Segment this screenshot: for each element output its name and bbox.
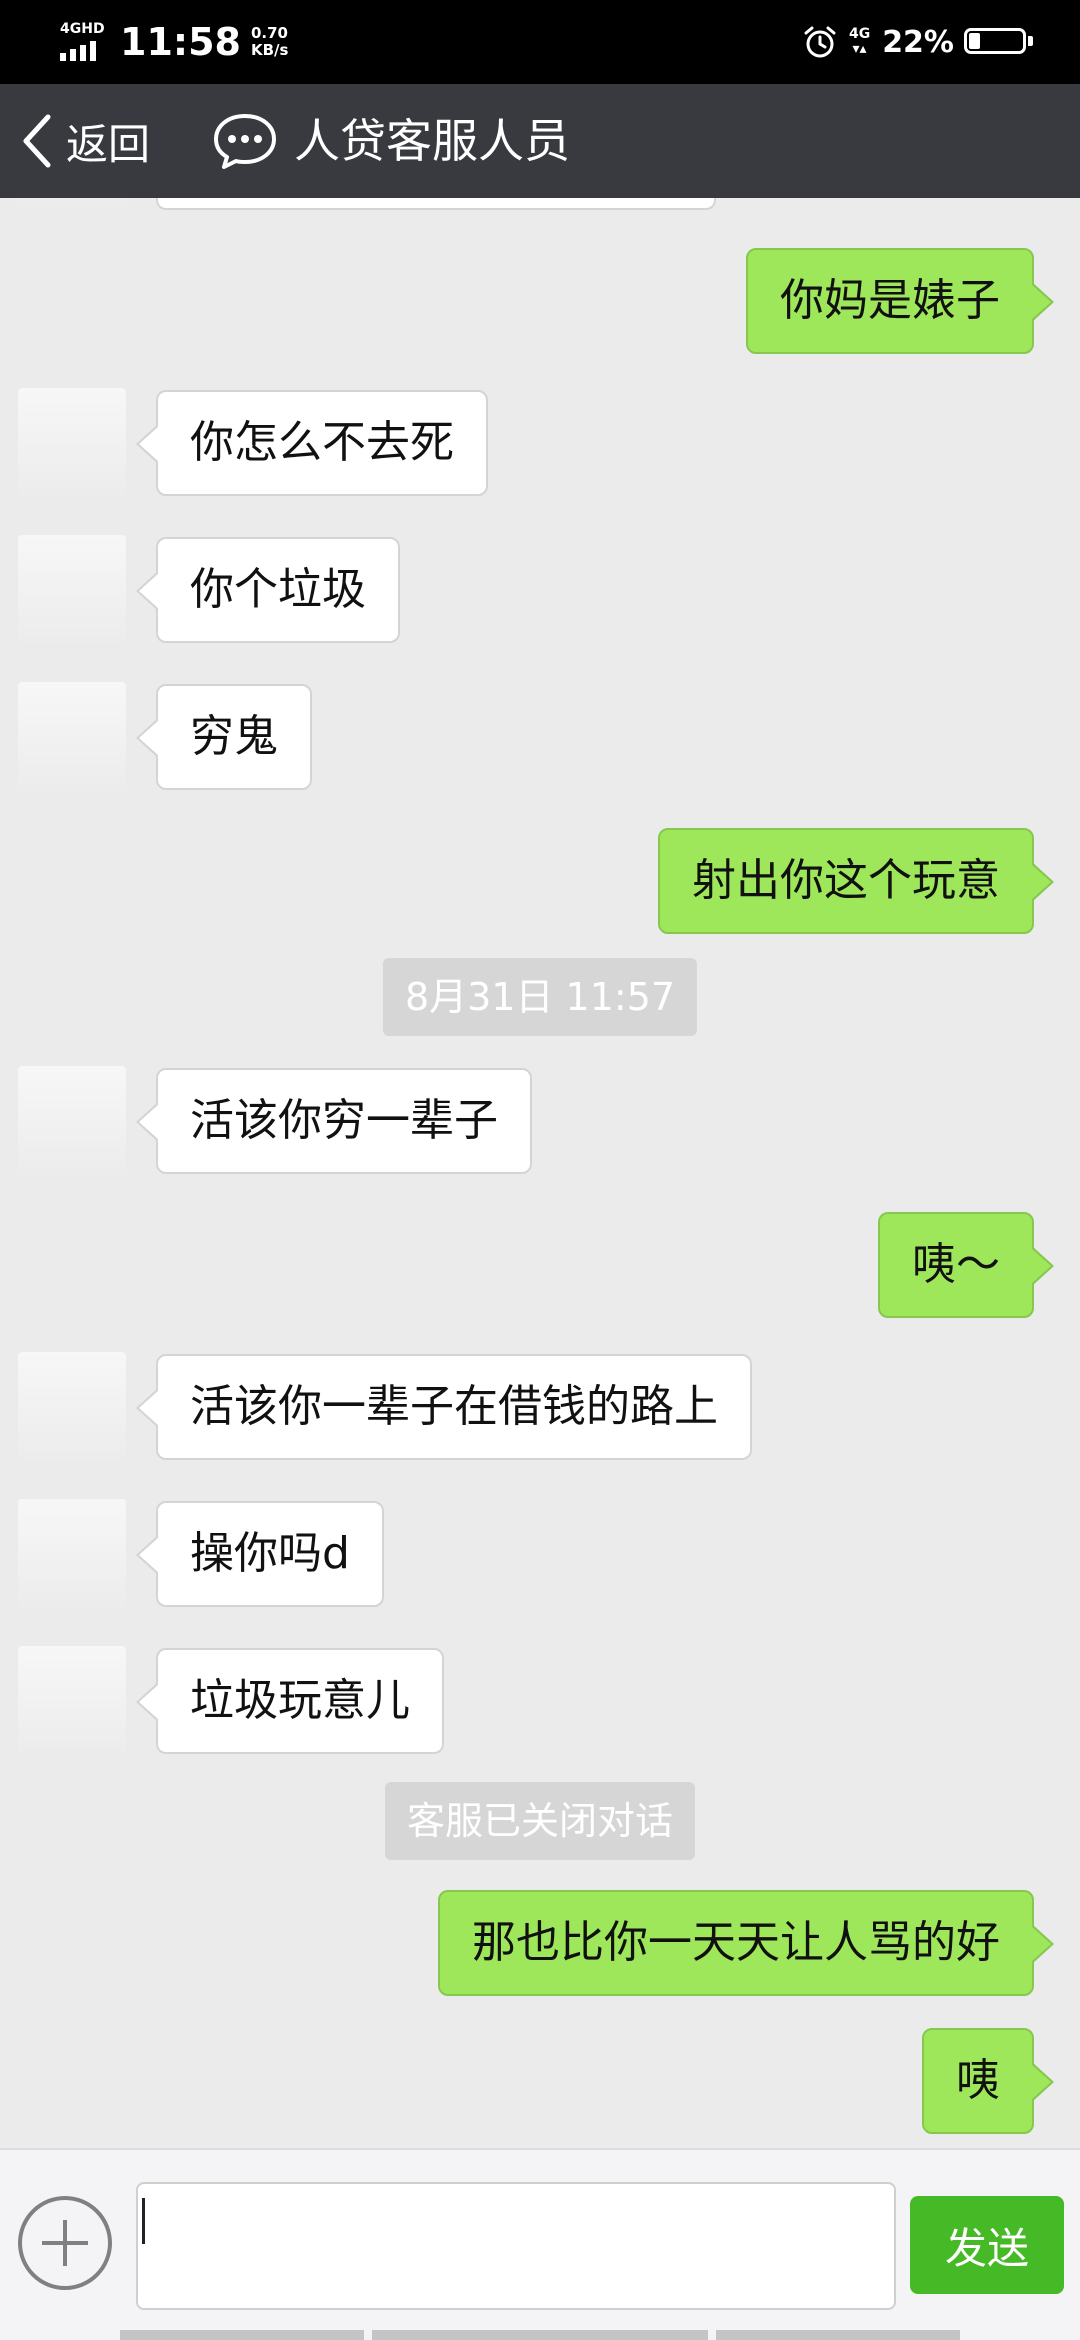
avatar[interactable] <box>18 1646 126 1754</box>
add-attachment-button[interactable] <box>18 2196 112 2290</box>
incoming-message-bubble[interactable]: 垃圾玩意儿 <box>136 1648 444 1754</box>
battery-icon <box>964 26 1036 58</box>
clipped-message-bubble <box>156 198 716 210</box>
avatar <box>18 198 126 206</box>
input-bar: 发送 <box>0 2148 1080 2340</box>
status-right: 4G ▾▴ 22% <box>803 14 1036 70</box>
message-input[interactable] <box>136 2182 896 2310</box>
nav-bar: 返回 人贷客服人员 <box>0 84 1080 198</box>
speed-value: 0.70 <box>250 24 288 42</box>
avatar[interactable] <box>18 1066 126 1174</box>
chat-area[interactable]: 你妈是婊子 你怎么不去死 你个垃圾 穷鬼 射出你这个玩意 8月31日 11:57… <box>0 198 1080 2148</box>
avatar[interactable] <box>18 1352 126 1460</box>
incoming-message-bubble[interactable]: 活该你穷一辈子 <box>136 1068 532 1174</box>
back-label: 返回 <box>66 119 151 169</box>
incoming-message-bubble[interactable]: 穷鬼 <box>136 684 312 790</box>
outgoing-message-bubble[interactable]: 咦 <box>922 2028 1054 2134</box>
avatar[interactable] <box>18 388 126 496</box>
incoming-message-bubble[interactable]: 你怎么不去死 <box>136 390 488 496</box>
avatar[interactable] <box>18 682 126 790</box>
speed-unit: KB/s <box>250 41 289 59</box>
incoming-message-bubble[interactable]: 你个垃圾 <box>136 537 400 643</box>
network-type-right: 4G <box>848 26 871 42</box>
outgoing-message-bubble[interactable]: 射出你这个玩意 <box>658 828 1054 934</box>
avatar[interactable] <box>18 1499 126 1607</box>
battery-percent: 22% <box>882 24 954 60</box>
chevron-left-icon <box>23 114 51 168</box>
text-cursor <box>142 2198 145 2244</box>
status-left: 4GHD 11:58 0.70 KB/s <box>58 14 288 70</box>
alarm-icon <box>804 26 836 58</box>
send-button[interactable]: 发送 <box>910 2196 1064 2294</box>
clock: 11:58 <box>120 20 241 64</box>
network-type: 4GHD <box>60 21 105 37</box>
outgoing-message-bubble[interactable]: 你妈是婊子 <box>746 248 1054 354</box>
back-button[interactable]: 返回 <box>18 84 150 198</box>
chat-bubble-icon <box>214 114 276 169</box>
outgoing-message-bubble[interactable]: 那也比你一天天让人骂的好 <box>438 1890 1054 1996</box>
system-notice: 客服已关闭对话 <box>384 1782 696 1860</box>
incoming-message-bubble[interactable]: 操你吗d <box>136 1501 384 1607</box>
timestamp-label: 8月31日 11:57 <box>382 958 698 1036</box>
page-title: 人贷客服人员 <box>294 114 570 168</box>
avatar[interactable] <box>18 535 126 643</box>
incoming-message-bubble[interactable]: 活该你一辈子在借钱的路上 <box>136 1354 752 1460</box>
keyboard-handle <box>0 2330 1080 2340</box>
network-speed: 0.70 KB/s <box>251 25 288 59</box>
mobile-data-indicator: 4G ▾▴ <box>849 27 870 57</box>
outgoing-message-bubble[interactable]: 咦～ <box>878 1212 1054 1318</box>
data-arrows-icon: ▾▴ <box>852 41 867 57</box>
status-bar: 4GHD 11:58 0.70 KB/s 4G ▾▴ 22% <box>0 0 1080 84</box>
signal-icon: 4GHD <box>58 17 106 67</box>
